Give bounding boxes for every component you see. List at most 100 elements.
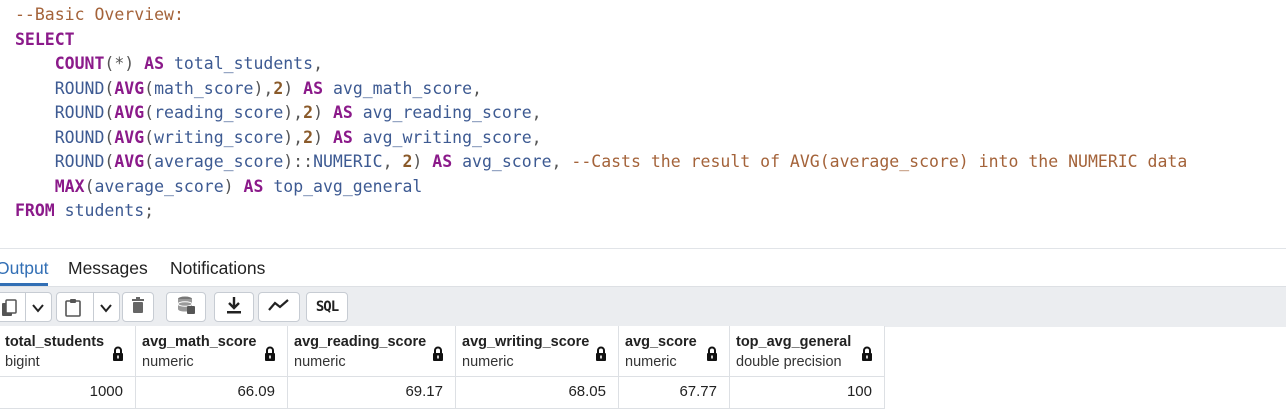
code-token: (*) bbox=[104, 54, 145, 73]
code-token: AS bbox=[432, 152, 453, 171]
code-token: avg_writing_score bbox=[352, 127, 532, 147]
code-token: avg_score bbox=[452, 152, 552, 171]
code-token: AS bbox=[332, 127, 353, 147]
copy-button-group[interactable] bbox=[0, 292, 52, 322]
code-token: 2 bbox=[273, 78, 284, 98]
code-token: 2 bbox=[402, 152, 413, 171]
delete-icon bbox=[131, 296, 145, 319]
column-header[interactable]: avg_reading_score numeric bbox=[288, 326, 456, 377]
code-token: 2 bbox=[303, 103, 314, 122]
code-line[interactable]: FROM students; bbox=[15, 199, 1187, 224]
download-button[interactable] bbox=[214, 292, 254, 322]
code-token: ROUND bbox=[54, 152, 105, 171]
code-token: ) bbox=[313, 127, 333, 147]
code-line[interactable]: ROUND(AVG(writing_score),2) AS avg_writi… bbox=[15, 126, 1187, 151]
column-header[interactable]: avg_writing_score numeric bbox=[456, 326, 619, 377]
code-token: ROUND bbox=[54, 78, 105, 98]
query-editor[interactable]: --Basic Overview: SELECT COUNT(*) AS tota… bbox=[0, 0, 1286, 248]
code-line[interactable]: ROUND(AVG(average_score)::NUMERIC, 2) AS… bbox=[15, 150, 1188, 175]
code-token: ):: bbox=[283, 152, 314, 171]
table-cell[interactable]: 66.09 bbox=[136, 377, 288, 409]
code-line[interactable]: ROUND(AVG(math_score),2) AS avg_math_sco… bbox=[15, 77, 1187, 102]
code-token: ( bbox=[104, 152, 115, 171]
save-data-icon bbox=[176, 295, 196, 320]
code-token: ROUND bbox=[54, 103, 105, 122]
grid-footer bbox=[0, 409, 1286, 415]
code-line[interactable]: ROUND(AVG(reading_score),2) AS avg_readi… bbox=[15, 101, 1187, 126]
paste-icon[interactable] bbox=[64, 298, 82, 323]
column-name: total_students bbox=[5, 334, 105, 350]
code-token: ( bbox=[84, 176, 95, 196]
code-token: top_avg_general bbox=[263, 176, 423, 196]
code-token: AVG bbox=[114, 103, 145, 122]
code-token: FROM bbox=[15, 201, 55, 220]
copy-icon[interactable] bbox=[1, 299, 17, 322]
code-token: avg_reading_score bbox=[352, 103, 532, 122]
lock-icon bbox=[706, 346, 718, 362]
chevron-down-icon[interactable] bbox=[99, 301, 113, 319]
code-line[interactable]: SELECT bbox=[15, 28, 1187, 53]
lock-icon bbox=[595, 346, 607, 362]
column-name: top_avg_general bbox=[736, 334, 852, 350]
code-line[interactable]: --Basic Overview: bbox=[15, 3, 1187, 28]
lock-icon bbox=[861, 346, 873, 362]
graph-visualiser-button[interactable] bbox=[258, 292, 300, 322]
column-type: bigint bbox=[5, 354, 40, 370]
code-token: AS bbox=[243, 176, 264, 196]
column-type: numeric bbox=[294, 354, 346, 370]
save-data-button[interactable] bbox=[166, 292, 206, 322]
column-header[interactable]: total_studentsbigint bbox=[0, 326, 136, 377]
tab-messages[interactable]: Messages bbox=[68, 258, 148, 279]
code-token: --Casts the result of AVG(average_score)… bbox=[571, 152, 1188, 171]
code-token: AS bbox=[144, 54, 165, 73]
tab-notifications[interactable]: Notifications bbox=[170, 258, 265, 279]
table-cell[interactable]: 67.77 bbox=[619, 377, 730, 409]
column-header[interactable]: avg_math_score numeric bbox=[136, 326, 288, 377]
code-token: ( bbox=[104, 78, 115, 98]
table-cell[interactable]: 100 bbox=[730, 377, 885, 409]
column-type: numeric bbox=[462, 354, 514, 370]
table-cell[interactable]: 68.05 bbox=[456, 377, 619, 409]
view-sql-button[interactable]: SQL bbox=[306, 292, 348, 322]
tab-output[interactable]: Output bbox=[0, 258, 49, 279]
column-type: numeric bbox=[625, 354, 677, 370]
code-token: students bbox=[54, 201, 145, 220]
chevron-down-icon[interactable] bbox=[31, 301, 45, 319]
code-token: , bbox=[472, 78, 482, 98]
code-token: MAX bbox=[54, 176, 85, 196]
code-token: avg_math_score bbox=[323, 78, 473, 98]
lock-icon bbox=[112, 346, 124, 362]
column-type: numeric bbox=[142, 354, 194, 370]
code-token: --Basic Overview: bbox=[15, 5, 184, 24]
code-token: AS bbox=[303, 78, 324, 98]
lock-icon bbox=[432, 346, 444, 362]
column-header[interactable]: top_avg_generaldouble precision bbox=[730, 326, 885, 377]
code-token: ), bbox=[283, 127, 304, 147]
sql-label: SQL bbox=[315, 299, 339, 315]
code-line[interactable]: MAX(average_score) AS top_avg_general bbox=[15, 175, 1187, 200]
table-cell[interactable]: 69.17 bbox=[288, 377, 456, 409]
paste-button-group[interactable] bbox=[56, 292, 120, 322]
code-line[interactable]: COUNT(*) AS total_students, bbox=[15, 52, 1187, 77]
code-token: ) bbox=[223, 176, 244, 196]
code-token: AVG bbox=[114, 127, 145, 147]
code-token: ) bbox=[313, 103, 333, 122]
code-token: 2 bbox=[303, 127, 314, 147]
code-token: ), bbox=[283, 103, 304, 122]
result-toolbar: SQL bbox=[0, 286, 1286, 327]
code-token: ( bbox=[144, 127, 155, 147]
download-icon bbox=[225, 295, 243, 320]
code-token: , bbox=[531, 103, 542, 122]
table-cell[interactable]: 1000 bbox=[0, 377, 136, 409]
code-token: AVG bbox=[114, 152, 145, 171]
sql-code[interactable]: --Basic Overview: SELECT COUNT(*) AS tota… bbox=[15, 3, 1187, 224]
column-type: double precision bbox=[736, 354, 842, 370]
code-token: NUMERIC bbox=[313, 152, 383, 171]
code-token: ( bbox=[104, 127, 115, 147]
column-header[interactable]: avg_score numeric bbox=[619, 326, 730, 377]
delete-button[interactable] bbox=[122, 292, 154, 322]
